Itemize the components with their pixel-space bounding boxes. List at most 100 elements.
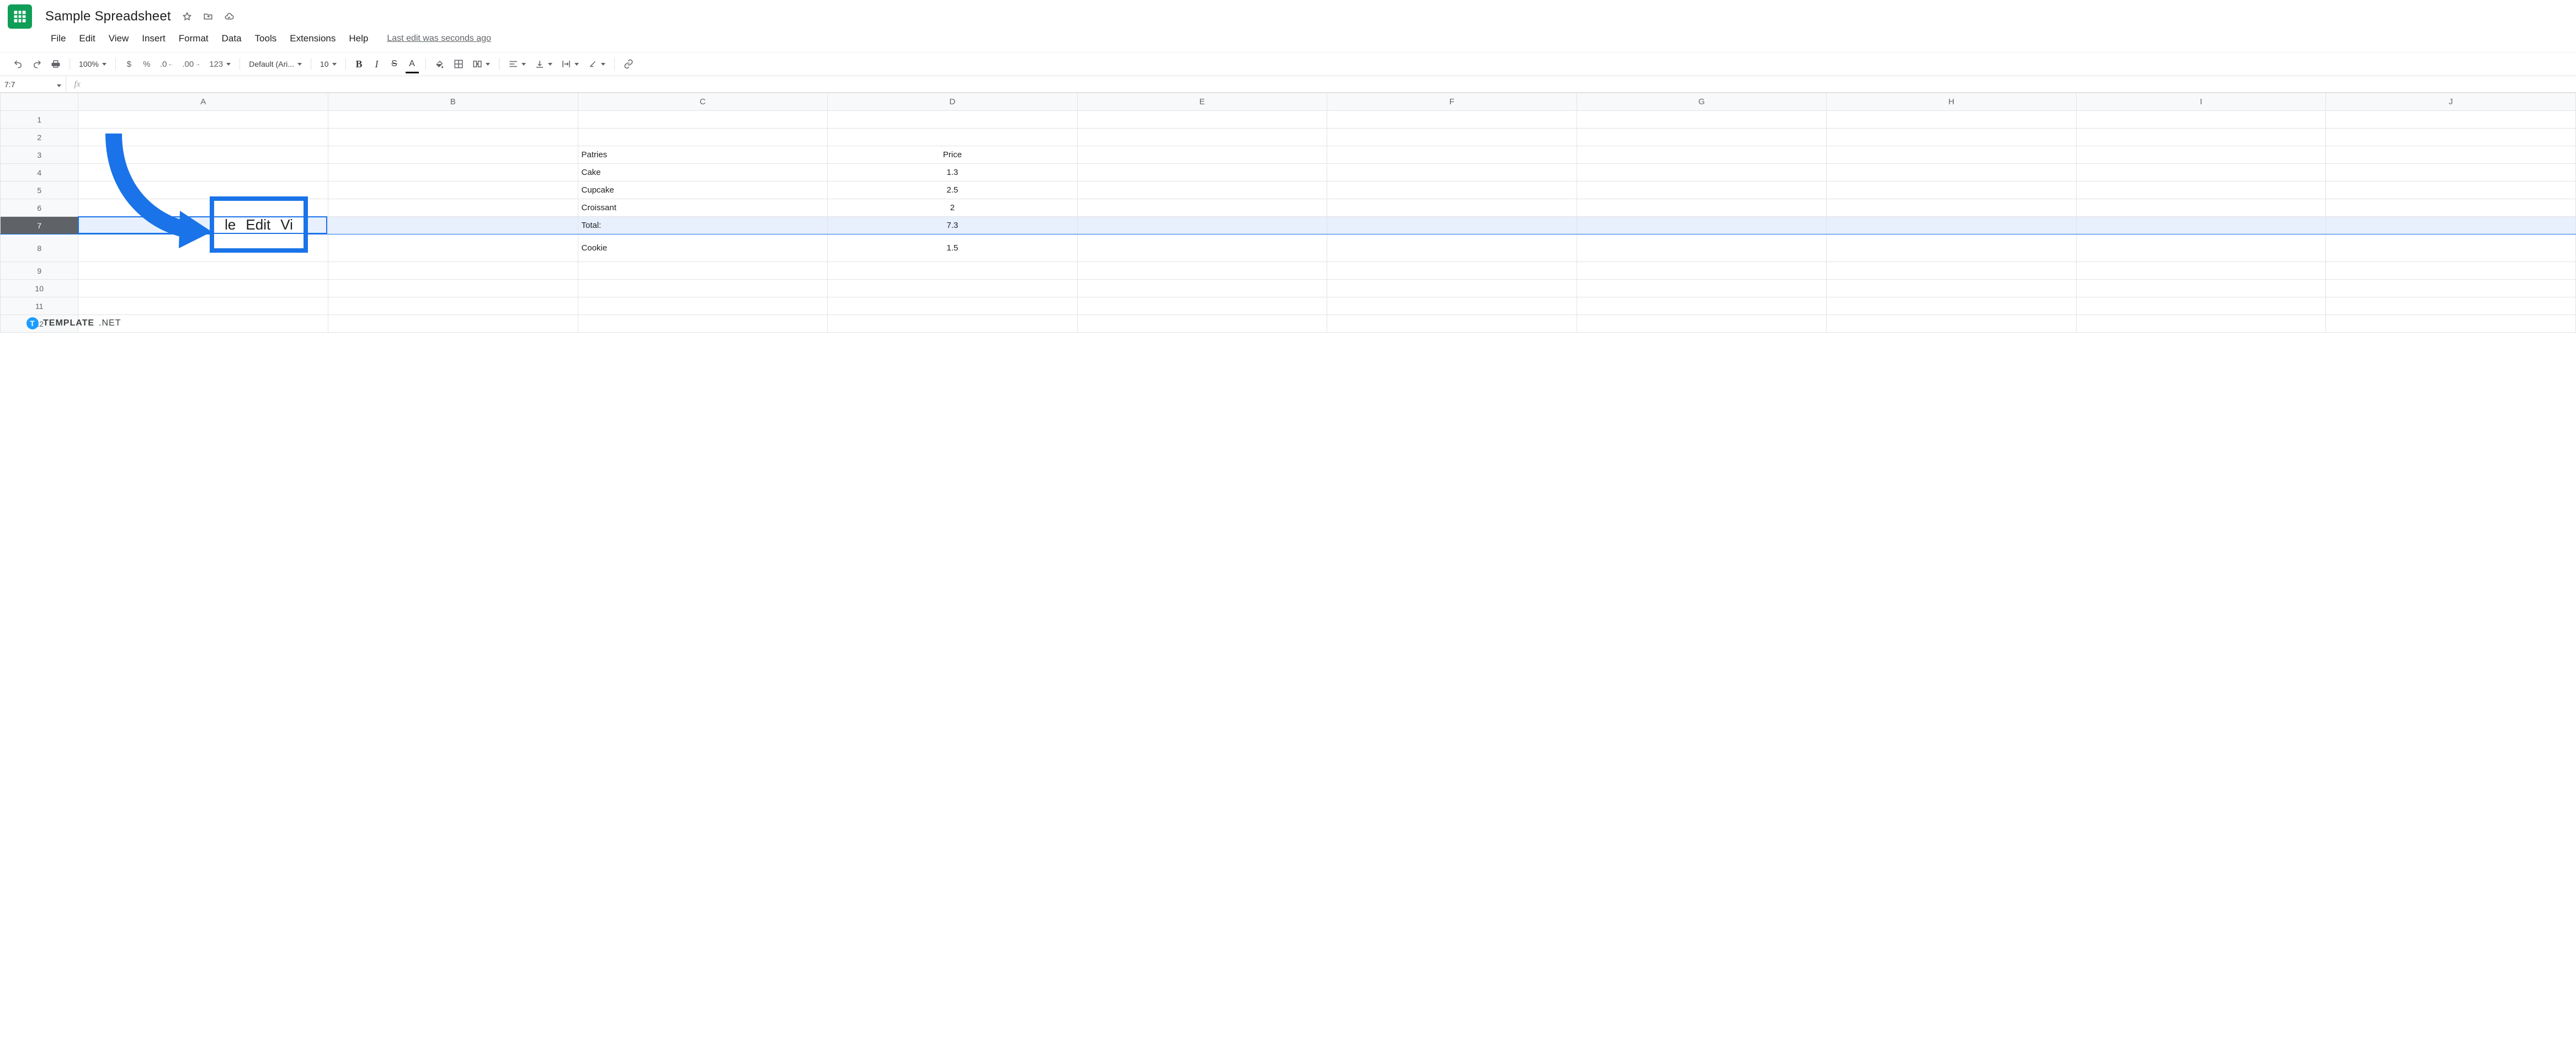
- cell-G1[interactable]: [1577, 111, 1827, 129]
- print-button[interactable]: [47, 56, 64, 72]
- cell-F1[interactable]: [1327, 111, 1577, 129]
- cell-G3[interactable]: [1577, 146, 1827, 164]
- cell-B7[interactable]: [328, 217, 578, 234]
- strikethrough-button[interactable]: S: [387, 56, 402, 72]
- cell-F11[interactable]: [1327, 297, 1577, 315]
- vertical-align-dropdown[interactable]: [531, 56, 556, 72]
- move-to-folder-icon[interactable]: [202, 10, 214, 23]
- menu-help[interactable]: Help: [342, 31, 375, 46]
- column-header-B[interactable]: B: [328, 93, 578, 111]
- cell-H1[interactable]: [1827, 111, 2077, 129]
- cell-G8[interactable]: [1577, 234, 1827, 262]
- cell-D8[interactable]: 1.5: [828, 234, 1078, 262]
- cell-I3[interactable]: [2076, 146, 2326, 164]
- column-header-G[interactable]: G: [1577, 93, 1827, 111]
- cell-A8[interactable]: [78, 234, 328, 262]
- cell-I12[interactable]: [2076, 315, 2326, 333]
- row-header-5[interactable]: 5: [1, 182, 78, 199]
- cell-F10[interactable]: [1327, 280, 1577, 297]
- formula-bar-input[interactable]: [88, 76, 2576, 92]
- text-wrap-dropdown[interactable]: [558, 56, 582, 72]
- row-header-6[interactable]: 6: [1, 199, 78, 217]
- cell-D6[interactable]: 2: [828, 199, 1078, 217]
- cell-G2[interactable]: [1577, 129, 1827, 146]
- cell-F6[interactable]: [1327, 199, 1577, 217]
- cell-G4[interactable]: [1577, 164, 1827, 182]
- last-edit-link[interactable]: Last edit was seconds ago: [387, 34, 491, 44]
- cell-F4[interactable]: [1327, 164, 1577, 182]
- cell-G11[interactable]: [1577, 297, 1827, 315]
- cell-J7[interactable]: [2326, 217, 2576, 234]
- cell-B5[interactable]: [328, 182, 578, 199]
- cell-H4[interactable]: [1827, 164, 2077, 182]
- cell-E4[interactable]: [1077, 164, 1327, 182]
- menu-view[interactable]: View: [102, 31, 136, 46]
- format-percent-button[interactable]: %: [139, 56, 155, 72]
- text-color-button[interactable]: A: [405, 56, 420, 72]
- cell-I6[interactable]: [2076, 199, 2326, 217]
- column-header-C[interactable]: C: [578, 93, 828, 111]
- row-header-9[interactable]: 9: [1, 262, 78, 280]
- cell-C3[interactable]: Patries: [578, 146, 828, 164]
- borders-button[interactable]: [450, 56, 467, 72]
- cell-D12[interactable]: [828, 315, 1078, 333]
- font-size-dropdown[interactable]: 10: [317, 56, 340, 72]
- cell-C4[interactable]: Cake: [578, 164, 828, 182]
- cell-H3[interactable]: [1827, 146, 2077, 164]
- text-rotation-dropdown[interactable]: [584, 56, 609, 72]
- insert-link-button[interactable]: [620, 56, 637, 72]
- cell-F2[interactable]: [1327, 129, 1577, 146]
- cell-F9[interactable]: [1327, 262, 1577, 280]
- sheets-app-icon[interactable]: [8, 4, 32, 29]
- cell-J5[interactable]: [2326, 182, 2576, 199]
- cell-A9[interactable]: [78, 262, 328, 280]
- cell-B12[interactable]: [328, 315, 578, 333]
- cell-I10[interactable]: [2076, 280, 2326, 297]
- cell-G7[interactable]: [1577, 217, 1827, 234]
- menu-format[interactable]: Format: [172, 31, 215, 46]
- cell-C11[interactable]: [578, 297, 828, 315]
- cell-E2[interactable]: [1077, 129, 1327, 146]
- cell-B2[interactable]: [328, 129, 578, 146]
- menu-extensions[interactable]: Extensions: [283, 31, 342, 46]
- cell-J2[interactable]: [2326, 129, 2576, 146]
- cell-J12[interactable]: [2326, 315, 2576, 333]
- cell-H7[interactable]: [1827, 217, 2077, 234]
- cell-C12[interactable]: [578, 315, 828, 333]
- merge-cells-dropdown[interactable]: [469, 56, 493, 72]
- cell-J1[interactable]: [2326, 111, 2576, 129]
- font-family-dropdown[interactable]: Default (Ari...: [246, 56, 305, 72]
- column-header-E[interactable]: E: [1077, 93, 1327, 111]
- menu-data[interactable]: Data: [215, 31, 248, 46]
- more-formats-dropdown[interactable]: 123: [206, 56, 234, 72]
- cell-J9[interactable]: [2326, 262, 2576, 280]
- cell-E5[interactable]: [1077, 182, 1327, 199]
- star-icon[interactable]: [181, 10, 193, 23]
- menu-file[interactable]: File: [44, 31, 72, 46]
- row-header-2[interactable]: 2: [1, 129, 78, 146]
- cell-B9[interactable]: [328, 262, 578, 280]
- cell-E8[interactable]: [1077, 234, 1327, 262]
- cell-A10[interactable]: [78, 280, 328, 297]
- cell-D1[interactable]: [828, 111, 1078, 129]
- document-title[interactable]: Sample Spreadsheet: [45, 9, 171, 24]
- cell-B6[interactable]: [328, 199, 578, 217]
- cell-I9[interactable]: [2076, 262, 2326, 280]
- cell-B3[interactable]: [328, 146, 578, 164]
- bold-button[interactable]: B: [352, 56, 367, 72]
- cell-E11[interactable]: [1077, 297, 1327, 315]
- menu-tools[interactable]: Tools: [248, 31, 284, 46]
- column-header-A[interactable]: A: [78, 93, 328, 111]
- cell-J10[interactable]: [2326, 280, 2576, 297]
- cell-J11[interactable]: [2326, 297, 2576, 315]
- select-all-corner[interactable]: [1, 93, 78, 111]
- row-header-8[interactable]: 8: [1, 234, 78, 262]
- column-header-J[interactable]: J: [2326, 93, 2576, 111]
- row-header-11[interactable]: 11: [1, 297, 78, 315]
- cell-H10[interactable]: [1827, 280, 2077, 297]
- cell-F12[interactable]: [1327, 315, 1577, 333]
- cell-D5[interactable]: 2.5: [828, 182, 1078, 199]
- cell-A5[interactable]: [78, 182, 328, 199]
- column-header-H[interactable]: H: [1827, 93, 2077, 111]
- cell-C9[interactable]: [578, 262, 828, 280]
